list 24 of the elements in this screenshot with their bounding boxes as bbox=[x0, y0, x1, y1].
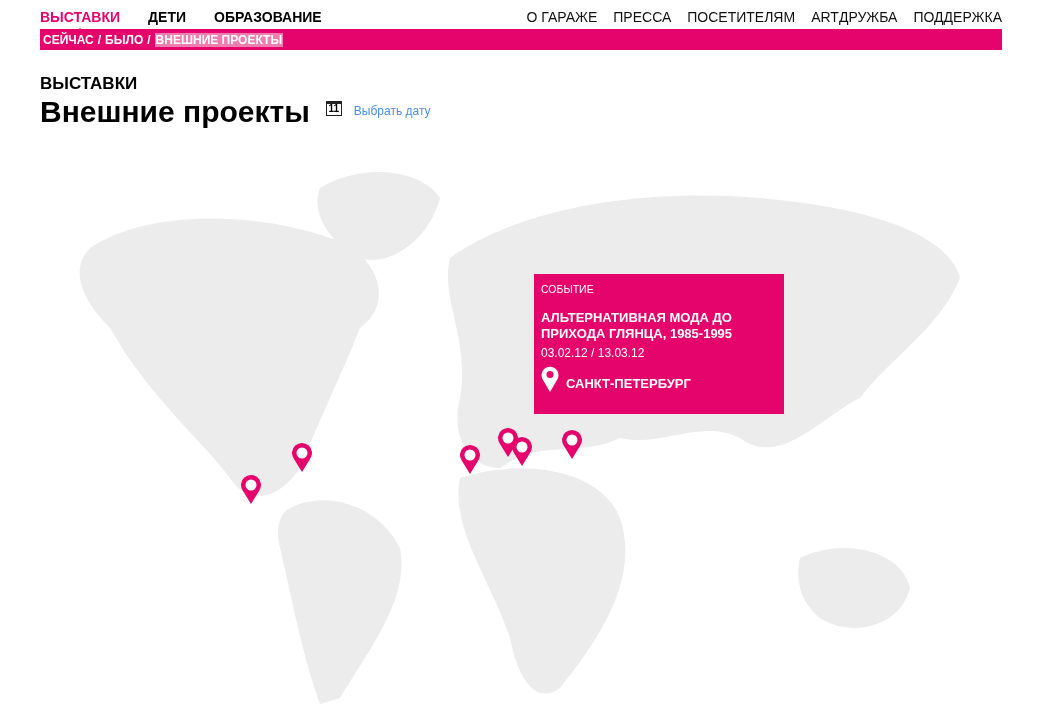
location-pin-icon bbox=[541, 366, 559, 393]
map-pin-icon[interactable] bbox=[459, 445, 481, 475]
nav-link[interactable]: ARTДРУЖБА bbox=[811, 8, 898, 25]
calendar-icon[interactable]: 11 bbox=[325, 100, 342, 116]
nav-link[interactable]: ДЕТИ bbox=[148, 8, 186, 25]
map-pin-icon[interactable] bbox=[511, 437, 533, 467]
breadcrumb-separator: / bbox=[97, 32, 102, 47]
nav-link[interactable]: ОБРАЗОВАНИЕ bbox=[214, 8, 322, 25]
event-dates: 03.02.12 / 13.03.12 bbox=[541, 346, 646, 360]
map-pin-icon[interactable] bbox=[561, 430, 583, 460]
nav-link[interactable]: ПРЕССА bbox=[613, 8, 672, 25]
event-type: СОБЫТИЕ bbox=[541, 283, 595, 295]
page-title: Внешние проекты bbox=[40, 95, 310, 129]
map-pin-icon[interactable] bbox=[240, 475, 262, 505]
event-city: САНКТ-ПЕТЕРБУРГ bbox=[566, 376, 691, 391]
section-label: ВЫСТАВКИ bbox=[40, 74, 139, 94]
event-title[interactable]: АЛЬТЕРНАТИВНАЯ МОДА ДО ПРИХОДА ГЛЯНЦА, 1985-1995 bbox=[541, 310, 777, 342]
map-pin-icon[interactable] bbox=[291, 443, 313, 473]
nav-link[interactable]: ПОСЕТИТЕЛЯМ bbox=[687, 8, 796, 25]
nav-link[interactable]: ПОДДЕРЖКА bbox=[913, 8, 1002, 25]
breadcrumb-separator: / bbox=[147, 32, 151, 47]
breadcrumb-link[interactable]: БЫЛО bbox=[105, 32, 144, 47]
nav-link[interactable]: О ГАРАЖЕ bbox=[526, 8, 598, 25]
breadcrumb-link[interactable]: СЕЙЧАС bbox=[43, 32, 94, 47]
